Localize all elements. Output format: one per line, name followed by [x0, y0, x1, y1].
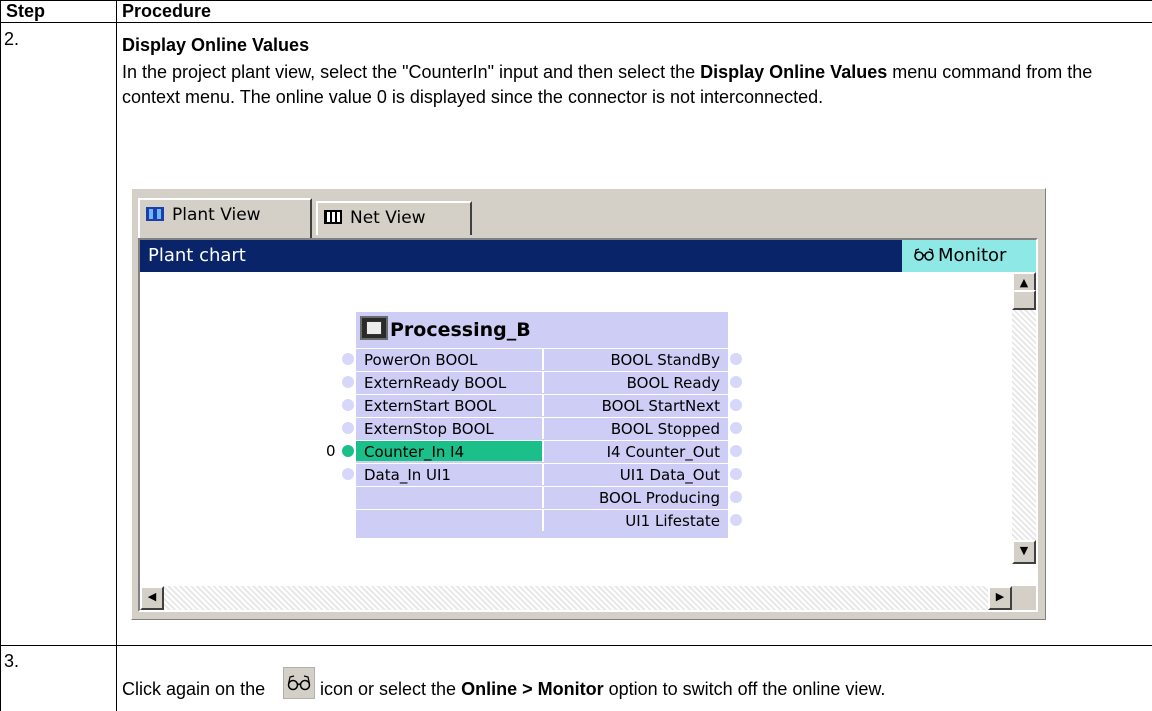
vertical-scroll-thumb[interactable]: [1012, 290, 1036, 310]
output-connector-icon[interactable]: [730, 353, 742, 365]
step-3-text-rest: icon or select the Online > Monitor opti…: [320, 678, 885, 700]
input-connector-icon[interactable]: [342, 445, 354, 457]
step-3-text-part3: option to switch off the online view.: [603, 679, 886, 699]
input-connector-icon[interactable]: [342, 468, 354, 480]
block-input-pin[interactable]: ExternReady BOOL: [356, 371, 542, 392]
block-input-pin[interactable]: PowerOn BOOL: [356, 348, 542, 369]
monitor-glasses-icon[interactable]: [283, 667, 315, 699]
header-procedure: Procedure: [122, 1, 212, 21]
scrollbar-corner: [1012, 586, 1036, 610]
block-output-pin[interactable]: UI1 Data_Out: [544, 463, 728, 484]
block-io-row: UI1 Lifestate: [356, 509, 742, 531]
block-output-pin[interactable]: BOOL Ready: [544, 371, 728, 392]
scroll-left-button[interactable]: ◀: [140, 586, 164, 610]
step-3-text-start: Click again on the: [122, 679, 266, 699]
plant-view-window: Plant View Net View Plant chart Monitor …: [131, 188, 1046, 620]
block-input-pin[interactable]: ExternStop BOOL: [356, 417, 542, 438]
table-row-divider: [0, 645, 1152, 646]
block-input-pin[interactable]: ExternStart BOOL: [356, 394, 542, 415]
block-header: Processing_B: [356, 312, 728, 348]
tab-net-view-label: Net View: [350, 208, 426, 228]
function-block[interactable]: Processing_B PowerOn BOOL BOOL StandBy Ext…: [326, 312, 742, 538]
block-input-pin[interactable]: [356, 509, 542, 530]
block-io-row: Counter_In I4 I4 Counter_Out 0: [326, 440, 742, 462]
block-output-pin[interactable]: BOOL Producing: [544, 486, 728, 507]
glasses-icon: [914, 240, 934, 272]
tab-plant-view-label: Plant View: [172, 205, 261, 225]
output-connector-icon[interactable]: [730, 514, 742, 526]
block-output-pin[interactable]: I4 Counter_Out: [544, 440, 728, 461]
step-3-number: 3.: [4, 651, 20, 671]
tab-plant-view[interactable]: Plant View: [138, 198, 312, 238]
procedure-table: Step Procedure 2. Display Online Values …: [0, 0, 1152, 711]
block-io-row: BOOL Producing: [356, 486, 742, 508]
tab-net-view[interactable]: Net View: [316, 201, 472, 235]
block-input-pin[interactable]: [356, 486, 542, 507]
input-connector-icon[interactable]: [342, 422, 354, 434]
block-io-row: Data_In UI1 UI1 Data_Out: [342, 463, 742, 485]
plant-chart-titlebar: Plant chart Monitor: [140, 240, 1036, 272]
input-connector-icon[interactable]: [342, 376, 354, 388]
table-column-divider: [116, 0, 117, 711]
block-io-row: ExternReady BOOL BOOL Ready: [342, 371, 742, 393]
scroll-right-button[interactable]: ▶: [988, 586, 1012, 610]
plant-view-icon: [146, 202, 164, 221]
block-io-row: ExternStop BOOL BOOL Stopped: [342, 417, 742, 439]
output-connector-icon[interactable]: [730, 468, 742, 480]
step-2-text-part1: In the project plant view, select the "C…: [122, 62, 701, 82]
scroll-down-button[interactable]: ▼: [1012, 540, 1036, 564]
step-2-description: In the project plant view, select the "C…: [122, 60, 1148, 110]
step-2-number: 2.: [4, 29, 20, 49]
step-3-text-bold: Online > Monitor: [461, 679, 604, 699]
table-border-left: [0, 0, 1, 711]
block-io-row: ExternStart BOOL BOOL StartNext: [342, 394, 742, 416]
plant-chart-title: Plant chart: [148, 245, 246, 266]
block-output-pin[interactable]: BOOL StandBy: [544, 348, 728, 369]
block-input-pin[interactable]: Counter_In I4: [356, 440, 542, 461]
header-step: Step: [6, 1, 46, 21]
step-3-text-part2: icon or select the: [320, 679, 462, 699]
output-connector-icon[interactable]: [730, 445, 742, 457]
block-output-pin[interactable]: UI1 Lifestate: [544, 509, 728, 530]
monitor-label: Monitor: [938, 245, 1007, 266]
net-view-icon: [324, 205, 342, 224]
output-connector-icon[interactable]: [730, 491, 742, 503]
step-2-text-bold: Display Online Values: [700, 62, 888, 82]
block-type-icon: [360, 316, 388, 340]
input-connector-icon[interactable]: [342, 399, 354, 411]
vertical-scrollbar[interactable]: ▲ ▼: [1012, 272, 1036, 564]
output-connector-icon[interactable]: [730, 399, 742, 411]
block-output-pin[interactable]: BOOL StartNext: [544, 394, 728, 415]
monitor-badge[interactable]: Monitor: [902, 240, 1036, 272]
block-name: Processing_B: [390, 319, 531, 341]
horizontal-scrollbar[interactable]: ◀ ▶: [140, 586, 1012, 610]
block-io-row: PowerOn BOOL BOOL StandBy: [342, 348, 742, 370]
table-header-divider: [0, 22, 1152, 23]
step-2-title: Display Online Values: [122, 35, 310, 55]
output-connector-icon[interactable]: [730, 376, 742, 388]
plant-chart-pane: Plant chart Monitor Processing_B PowerOn…: [138, 238, 1038, 612]
output-connector-icon[interactable]: [730, 422, 742, 434]
plant-chart-canvas[interactable]: Processing_B PowerOn BOOL BOOL StandBy Ext…: [140, 272, 1012, 564]
block-input-pin[interactable]: Data_In UI1: [356, 463, 542, 484]
online-value: 0: [326, 442, 336, 460]
input-connector-icon[interactable]: [342, 353, 354, 365]
block-output-pin[interactable]: BOOL Stopped: [544, 417, 728, 438]
